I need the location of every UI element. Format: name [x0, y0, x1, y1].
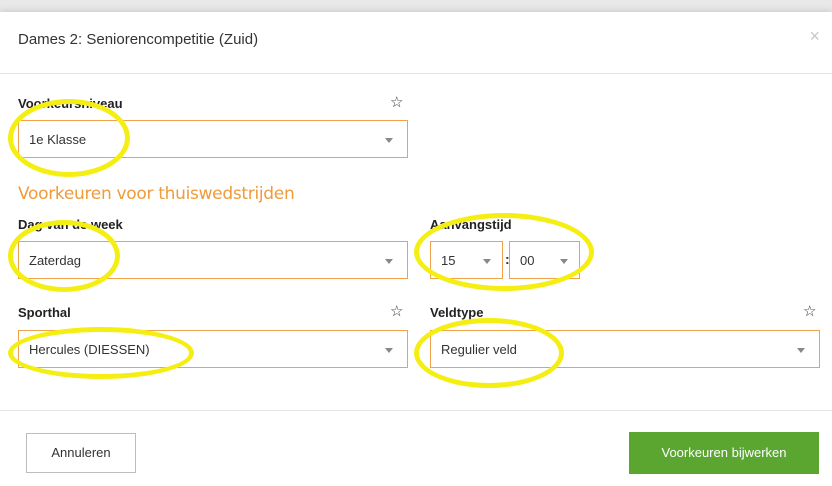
modal-title: Dames 2: Seniorencompetitie (Zuid)	[18, 31, 259, 48]
preferences-modal: Dames 2: Seniorencompetitie (Zuid) × Voo…	[0, 12, 832, 486]
chevron-down-icon	[385, 138, 393, 143]
home-matches-section-title: Voorkeuren voor thuiswedstrijden	[18, 184, 295, 204]
chevron-down-icon	[483, 259, 491, 264]
niveau-select-value: 1e Klasse	[29, 132, 87, 147]
dag-label: Dag van de week	[18, 217, 123, 232]
veldtype-favorite-star-icon[interactable]: ☆	[803, 302, 816, 320]
chevron-down-icon	[797, 348, 805, 353]
dag-select-value: Zaterdag	[29, 253, 82, 268]
veldtype-select-value: Regulier veld	[441, 342, 517, 357]
aanvang-minute-value: 00	[520, 253, 535, 268]
update-preferences-button[interactable]: Voorkeuren bijwerken	[629, 432, 819, 474]
chevron-down-icon	[560, 259, 568, 264]
sporthal-select[interactable]: Hercules (DIESSEN)	[18, 330, 408, 368]
chevron-down-icon	[385, 348, 393, 353]
aanvang-minute-select[interactable]: 00	[509, 241, 580, 279]
dag-select[interactable]: Zaterdag	[18, 241, 408, 279]
aanvang-label: Aanvangstijd	[430, 217, 512, 232]
aanvang-hour-value: 15	[441, 253, 456, 268]
aanvang-hour-select[interactable]: 15	[430, 241, 503, 279]
modal-footer: Annuleren Voorkeuren bijwerken	[0, 410, 832, 486]
chevron-down-icon	[385, 259, 393, 264]
sporthal-select-value: Hercules (DIESSEN)	[29, 342, 150, 357]
modal-header: Dames 2: Seniorencompetitie (Zuid) ×	[0, 12, 832, 74]
niveau-select[interactable]: 1e Klasse	[18, 120, 408, 158]
close-icon[interactable]: ×	[809, 26, 820, 47]
niveau-favorite-star-icon[interactable]: ☆	[390, 93, 403, 111]
cancel-button[interactable]: Annuleren	[26, 433, 136, 473]
sporthal-label: Sporthal	[18, 305, 71, 320]
sporthal-favorite-star-icon[interactable]: ☆	[390, 302, 403, 320]
veldtype-select[interactable]: Regulier veld	[430, 330, 820, 368]
veldtype-label: Veldtype	[430, 305, 484, 320]
niveau-label: Voorkeursniveau	[18, 96, 123, 111]
